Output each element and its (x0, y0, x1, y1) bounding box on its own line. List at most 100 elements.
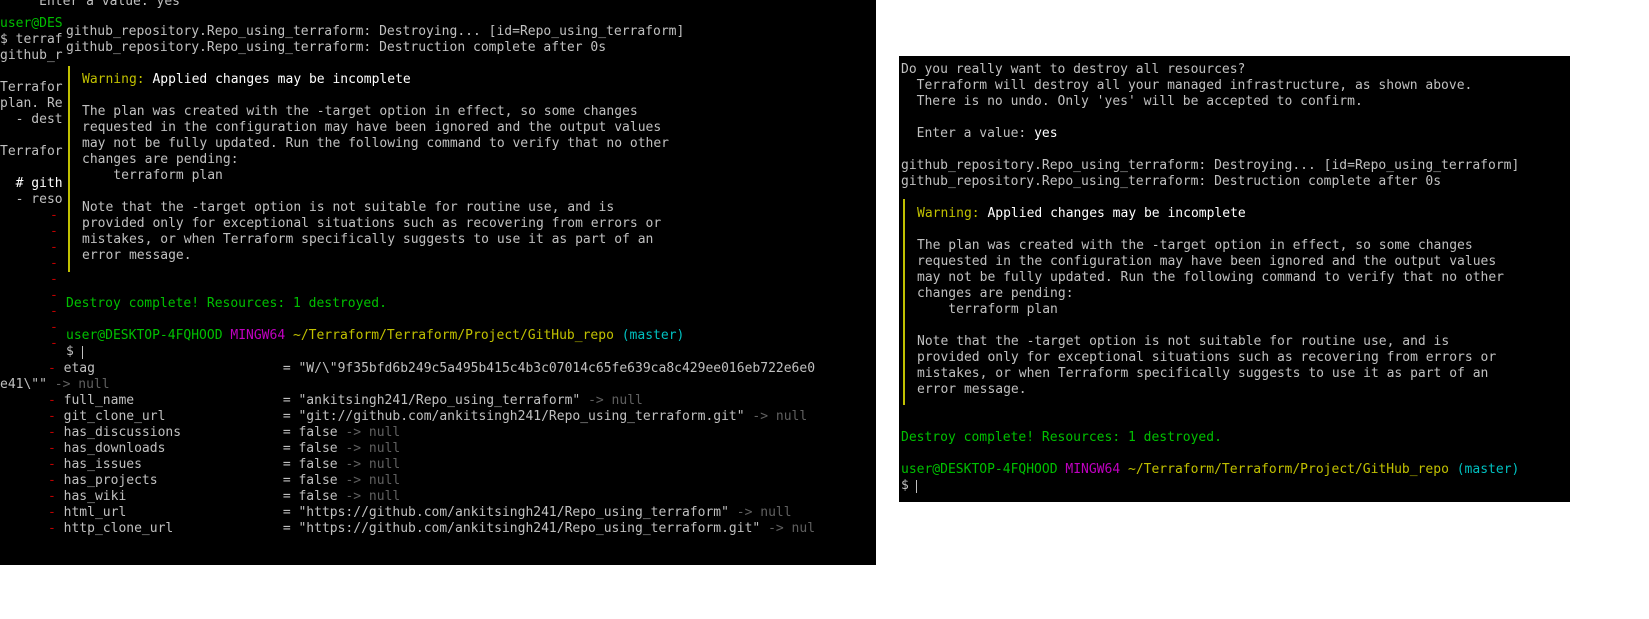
attribute-key: has_downloads (63, 441, 283, 456)
diff-marker: - (50, 336, 58, 351)
prompt-branch: (master) (1448, 462, 1520, 477)
terminal-window-left[interactable]: Enter a value: yes user@DES $ terraf github… (0, 0, 876, 565)
diff-marker: - (50, 320, 58, 335)
attribute-value: = "git://github.com/ankitsingh241/Repo_u… (282, 409, 753, 424)
enter-value-line: Enter a value: yes (901, 126, 1058, 142)
scrollback-line: user@DES (0, 16, 63, 31)
destroying-line: github_repository.Repo_using_terraform: … (901, 158, 1520, 173)
destroying-line: github_repository.Repo_using_terraform: … (66, 24, 685, 39)
terminal-window-right[interactable]: Do you really want to destroy all resour… (899, 56, 1570, 502)
prompt-dollar: $ (901, 478, 917, 493)
attribute-value: = "https://github.com/ankitsingh241/Repo… (282, 521, 769, 536)
text-cursor (916, 480, 917, 493)
attribute-value: e41\"" (0, 377, 55, 392)
attribute-value: = "W/\"9f35bfd6b249c5a495b415c4b3c07014c… (282, 361, 816, 376)
attribute-value: = false (282, 457, 346, 472)
note-line-3: mistakes, or when Terraform specifically… (82, 232, 654, 247)
null-arrow: -> null (736, 505, 792, 520)
null-arrow: -> null (588, 393, 643, 408)
note-line-4: error message. (917, 382, 1027, 397)
enter-value-label: Enter a value: (901, 126, 1035, 141)
null-arrow: -> null (345, 425, 401, 440)
attribute-key: has_discussions (63, 425, 283, 440)
resource-attribute-row: - has_projects = false -> null (48, 473, 400, 489)
prompt-shell: MINGW64 (222, 328, 286, 343)
attribute-key: has_wiki (63, 489, 283, 504)
attribute-value: = false (282, 441, 346, 456)
plan-line-2: requested in the configuration may have … (82, 120, 662, 135)
plan-line-1: The plan was created with the -target op… (82, 104, 638, 119)
diff-marker: - (48, 521, 64, 536)
diff-marker: - (48, 505, 64, 520)
input-line[interactable]: $ (901, 478, 917, 494)
attribute-key: has_projects (63, 473, 283, 488)
attribute-key: http_clone_url (63, 521, 283, 536)
scrollback-line: Enter a value: yes (0, 0, 181, 9)
diff-marker: - (50, 224, 58, 239)
attribute-value: = "ankitsingh241/Repo_using_terraform" (282, 393, 589, 408)
warning-bar (68, 66, 70, 272)
input-line[interactable]: $ (66, 344, 82, 360)
resource-attribute-row: - html_url = "https://github.com/ankitsi… (48, 505, 792, 521)
resource-attribute-row: - has_downloads = false -> null (48, 441, 400, 457)
attribute-value: = "https://github.com/ankitsingh241/Repo… (282, 505, 737, 520)
warning-title: Applied changes may be incomplete (144, 72, 411, 87)
attribute-value: = false (282, 425, 346, 440)
note-line-2: provided only for exceptional situations… (917, 350, 1497, 365)
diff-marker: - (50, 256, 58, 271)
resource-attribute-row: - has_discussions = false -> null (48, 425, 400, 441)
plan-line-3: may not be fully updated. Run the follow… (82, 136, 669, 151)
text-cursor (82, 346, 83, 359)
null-arrow: -> nul (768, 521, 816, 536)
destroy-complete-line: Destroy complete! Resources: 1 destroyed… (901, 430, 1222, 445)
note-line-2: provided only for exceptional situations… (82, 216, 662, 231)
diff-marker: - (48, 473, 64, 488)
destroy-complete-line: Destroy complete! Resources: 1 destroyed… (66, 296, 387, 311)
scrollback-line: - dest (0, 112, 63, 127)
scrollback-line: Terrafor (0, 80, 63, 95)
attribute-value: = false (282, 489, 346, 504)
prompt-shell: MINGW64 (1057, 462, 1121, 477)
diff-marker: - (48, 425, 64, 440)
plan-command: terraform plan (917, 302, 1058, 317)
attribute-key: git_clone_url (63, 409, 283, 424)
confirm-line-1: Terraform will destroy all your managed … (901, 78, 1473, 93)
resource-attribute-row: - has_issues = false -> null (48, 457, 400, 473)
attribute-key: has_issues (63, 457, 283, 472)
diff-marker: - (50, 288, 58, 303)
note-line-4: error message. (82, 248, 192, 263)
note-line-1: Note that the -target option is not suit… (917, 334, 1450, 349)
scrollback-line: # gith (0, 176, 63, 191)
note-line-3: mistakes, or when Terraform specifically… (917, 366, 1489, 381)
diff-marker: - (50, 304, 58, 319)
scrollback-line: $ terraf (0, 32, 63, 47)
prompt-dollar: $ (66, 344, 82, 359)
destruction-complete-line: github_repository.Repo_using_terraform: … (66, 40, 607, 55)
shell-prompt: user@DESKTOP-4FQHOOD MINGW64 ~/Terraform… (66, 328, 684, 344)
plan-line-4: changes are pending: (917, 286, 1074, 301)
warning-label: Warning: (917, 206, 980, 221)
resource-attribute-row: - git_clone_url = "git://github.com/anki… (48, 409, 807, 425)
warning-heading: Warning: Applied changes may be incomple… (917, 206, 1246, 222)
attribute-key: html_url (63, 505, 283, 520)
scrollback-line: plan. Re (0, 96, 63, 111)
null-arrow: -> null (345, 457, 401, 472)
warning-heading: Warning: Applied changes may be incomple… (82, 72, 411, 88)
null-arrow: -> null (54, 377, 110, 392)
plan-line-3: may not be fully updated. Run the follow… (917, 270, 1504, 285)
diff-marker: - (48, 393, 64, 408)
prompt-path: ~/Terraform/Terraform/Project/GitHub_rep… (1120, 462, 1449, 477)
null-arrow: -> null (345, 441, 401, 456)
diff-marker: - (48, 457, 64, 472)
diff-marker: - (50, 208, 58, 223)
confirm-line-2: There is no undo. Only 'yes' will be acc… (901, 94, 1363, 109)
plan-line-4: changes are pending: (82, 152, 239, 167)
warning-label: Warning: (82, 72, 145, 87)
plan-line-2: requested in the configuration may have … (917, 254, 1497, 269)
resource-attribute-row: e41\"" -> null (0, 377, 110, 393)
note-line-1: Note that the -target option is not suit… (82, 200, 615, 215)
prompt-user: user@DESKTOP-4FQHOOD (66, 328, 223, 343)
prompt-branch: (master) (613, 328, 685, 343)
diff-marker: - (50, 272, 58, 287)
diff-marker: - (48, 409, 64, 424)
